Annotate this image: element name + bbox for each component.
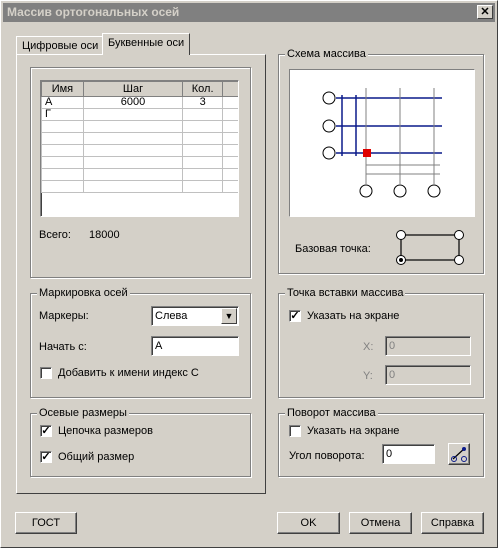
- rotation-on-screen-label: Указать на экране: [307, 425, 400, 437]
- col-header-spacer: [222, 81, 238, 97]
- window-title: Массив ортогональных осей: [7, 5, 180, 19]
- axes-table[interactable]: Имя Шаг Кол. А 6000 3 Г: [40, 80, 239, 217]
- angle-label: Угол поворота:: [289, 450, 365, 462]
- chain-checkbox[interactable]: ✓: [40, 425, 52, 437]
- tab-letter-axes[interactable]: Буквенные оси: [102, 33, 191, 55]
- table-row[interactable]: [41, 180, 238, 193]
- cancel-button[interactable]: Отмена: [349, 512, 412, 534]
- ok-button[interactable]: OK: [277, 512, 340, 534]
- base-point-marker: [363, 149, 371, 157]
- scheme-preview: [289, 69, 475, 217]
- marking-group-title: Маркировка осей: [37, 287, 130, 299]
- title-bar: Массив ортогональных осей ✕: [3, 3, 495, 22]
- col-header-name[interactable]: Имя: [41, 81, 84, 97]
- add-index-checkbox[interactable]: [40, 367, 52, 379]
- y-input[interactable]: 0: [385, 365, 471, 385]
- total-size-checkbox[interactable]: ✓: [40, 451, 52, 463]
- close-button[interactable]: ✕: [477, 5, 493, 19]
- table-row[interactable]: [41, 132, 238, 145]
- x-label: X:: [363, 341, 374, 353]
- markers-label: Маркеры:: [39, 310, 89, 322]
- scheme-group-title: Схема массива: [285, 48, 368, 60]
- dimensions-group: Осевые размеры: [30, 407, 251, 477]
- base-point-selector[interactable]: [394, 229, 466, 267]
- dialog-window: Массив ортогональных осей ✕ Цифровые оси…: [0, 0, 498, 548]
- col-header-step[interactable]: Шаг: [82, 81, 184, 97]
- chain-label: Цепочка размеров: [58, 425, 153, 437]
- start-label: Начать с:: [39, 341, 87, 353]
- gost-button[interactable]: ГОСТ: [15, 512, 77, 534]
- total-value: 18000: [89, 229, 120, 241]
- insert-on-screen-checkbox[interactable]: ✓: [289, 310, 301, 322]
- total-label: Всего:: [39, 229, 71, 241]
- chevron-down-icon[interactable]: ▼: [221, 308, 237, 324]
- insert-point-group-title: Точка вставки массива: [285, 287, 406, 299]
- pick-angle-icon: [451, 447, 467, 462]
- table-row[interactable]: [41, 144, 238, 157]
- col-header-count[interactable]: Кол.: [182, 81, 224, 97]
- y-label: Y:: [363, 370, 373, 382]
- insert-on-screen-label: Указать на экране: [307, 310, 400, 322]
- help-button[interactable]: Справка: [421, 512, 484, 534]
- x-input[interactable]: 0: [385, 336, 471, 356]
- table-row[interactable]: [41, 120, 238, 133]
- pick-angle-button[interactable]: [448, 443, 470, 465]
- start-input[interactable]: А: [151, 336, 239, 356]
- axis-scheme-diagram: [322, 88, 442, 198]
- table-row[interactable]: Г: [41, 108, 238, 121]
- add-index-label: Добавить к имени индекс С: [58, 367, 199, 379]
- rotation-group-title: Поворот массива: [285, 407, 378, 419]
- table-row[interactable]: [41, 168, 238, 181]
- markers-select[interactable]: Слева ▼: [151, 306, 239, 326]
- rotation-on-screen-checkbox[interactable]: [289, 425, 301, 437]
- table-row[interactable]: [41, 156, 238, 169]
- base-point-label: Базовая точка:: [295, 243, 371, 255]
- angle-input[interactable]: 0: [382, 444, 435, 464]
- total-size-label: Общий размер: [58, 451, 135, 463]
- dimensions-group-title: Осевые размеры: [37, 407, 129, 419]
- tab-numeric-axes[interactable]: Цифровые оси: [16, 36, 105, 54]
- table-row[interactable]: А 6000 3: [41, 96, 238, 109]
